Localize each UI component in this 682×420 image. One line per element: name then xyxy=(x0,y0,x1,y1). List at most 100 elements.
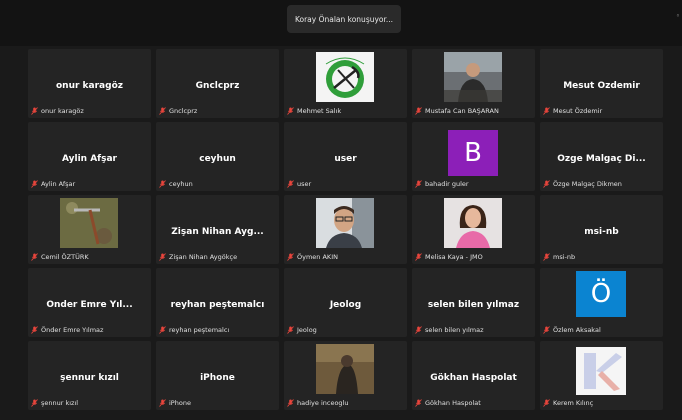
participant-tile[interactable]: iPhone iPhone xyxy=(156,341,279,410)
participant-tile[interactable]: B bahadir guler xyxy=(412,122,535,191)
muted-microphone-icon xyxy=(415,179,422,188)
participant-label-text: Melisa Kaya - JMO xyxy=(425,252,483,261)
muted-microphone-icon xyxy=(415,398,422,407)
participant-tile[interactable]: Gnclcprz Gnclcprz xyxy=(156,49,279,118)
meeting-top-bar: Koray Önalan konuşuyor... ◦ xyxy=(0,0,682,46)
participant-tile[interactable]: Ö Özlem Aksakal xyxy=(540,268,663,337)
participant-label-text: Mehmet Salık xyxy=(297,106,342,115)
muted-microphone-icon xyxy=(287,398,294,407)
muted-microphone-icon xyxy=(287,325,294,334)
participant-label: selen bilen yılmaz xyxy=(415,325,483,334)
participant-label: msi-nb xyxy=(543,252,575,261)
maden-muhendisligi-logo xyxy=(316,52,374,102)
participant-display-name: Jeolog xyxy=(329,300,362,310)
muted-microphone-icon xyxy=(159,398,166,407)
participant-tile[interactable]: Gökhan Haspolat Gökhan Haspolat xyxy=(412,341,535,410)
letter-avatar: Ö xyxy=(576,271,626,317)
participant-tile[interactable]: Öymen AKIN xyxy=(284,195,407,264)
participant-label: onur karagöz xyxy=(31,106,84,115)
participant-photo xyxy=(444,198,502,248)
participant-display-name: user xyxy=(334,154,357,164)
muted-microphone-icon xyxy=(287,179,294,188)
participant-label: hadiye inceoglu xyxy=(287,398,348,407)
participant-label: Gökhan Haspolat xyxy=(415,398,481,407)
participant-tile[interactable]: Cemil ÖZTÜRK xyxy=(28,195,151,264)
participant-display-name: reyhan peştemalcı xyxy=(170,300,265,310)
participant-tile[interactable]: reyhan peştemalcı reyhan peştemalcı xyxy=(156,268,279,337)
participant-label: Mehmet Salık xyxy=(287,106,341,115)
muted-microphone-icon xyxy=(159,179,166,188)
muted-microphone-icon xyxy=(159,106,166,115)
participant-display-name: Önder Emre Yıl... xyxy=(46,300,133,310)
participant-label: Mustafa Can BAŞARAN xyxy=(415,106,499,115)
participant-label-text: Gökhan Haspolat xyxy=(425,398,481,407)
participant-tile[interactable]: selen bilen yılmaz selen bilen yılmaz xyxy=(412,268,535,337)
participant-tile[interactable]: Mehmet Salık xyxy=(284,49,407,118)
participant-tile[interactable]: ceyhun ceyhun xyxy=(156,122,279,191)
muted-microphone-icon xyxy=(287,106,294,115)
participant-tile[interactable]: Mesut Özdemir Mesut Özdemir xyxy=(540,49,663,118)
participant-tile[interactable]: şennur kızıl şennur kızıl xyxy=(28,341,151,410)
participant-label-text: Özge Malgaç Dikmen xyxy=(553,179,622,188)
muted-microphone-icon xyxy=(415,325,422,334)
participant-tile[interactable]: Aylin Afşar Aylin Afşar xyxy=(28,122,151,191)
participant-label: bahadir guler xyxy=(415,179,469,188)
participant-label-text: bahadir guler xyxy=(425,179,469,188)
muted-microphone-icon xyxy=(415,106,422,115)
participant-label: Zişan Nihan Aygökçe xyxy=(159,252,237,261)
participant-tile[interactable]: Jeolog Jeolog xyxy=(284,268,407,337)
participant-tile[interactable]: Melisa Kaya - JMO xyxy=(412,195,535,264)
participant-label-text: Aylin Afşar xyxy=(41,179,76,188)
participant-tile[interactable]: Önder Emre Yıl... Önder Emre Yılmaz xyxy=(28,268,151,337)
muted-microphone-icon xyxy=(543,252,550,261)
participant-label-text: Mesut Özdemir xyxy=(553,106,603,115)
participant-label: Özlem Aksakal xyxy=(543,325,601,334)
participant-label: Mesut Özdemir xyxy=(543,106,602,115)
muted-microphone-icon xyxy=(543,325,550,334)
participant-label-text: Kerem Kılınç xyxy=(553,398,594,407)
participant-label: Jeolog xyxy=(287,325,317,334)
participant-tile[interactable]: Zişan Nihan Ayg... Zişan Nihan Aygökçe xyxy=(156,195,279,264)
participant-tile[interactable]: user user xyxy=(284,122,407,191)
participant-label-text: msi-nb xyxy=(553,252,576,261)
participant-tile[interactable]: onur karagöz onur karagöz xyxy=(28,49,151,118)
participant-label: reyhan peştemalcı xyxy=(159,325,229,334)
participant-label-text: Jeolog xyxy=(297,325,317,334)
participant-label: Kerem Kılınç xyxy=(543,398,593,407)
participant-label-text: ceyhun xyxy=(169,179,193,188)
participant-label: Aylin Afşar xyxy=(31,179,75,188)
participant-label-text: şennur kızıl xyxy=(41,398,79,407)
participant-label: Önder Emre Yılmaz xyxy=(31,325,103,334)
rock-hammer-photo xyxy=(60,198,118,248)
muted-microphone-icon xyxy=(31,179,38,188)
muted-microphone-icon xyxy=(31,252,38,261)
participant-display-name: şennur kızıl xyxy=(60,373,119,383)
participant-label: Melisa Kaya - JMO xyxy=(415,252,483,261)
participant-display-name: Aylin Afşar xyxy=(62,154,117,164)
muted-microphone-icon xyxy=(31,325,38,334)
participant-label-text: Önder Emre Yılmaz xyxy=(41,325,104,334)
participant-tile[interactable]: Mustafa Can BAŞARAN xyxy=(412,49,535,118)
participant-label-text: reyhan peştemalcı xyxy=(169,325,230,334)
muted-microphone-icon xyxy=(543,106,550,115)
participant-tile[interactable]: hadiye inceoglu xyxy=(284,341,407,410)
participant-label: Gnclcprz xyxy=(159,106,197,115)
participant-tile[interactable]: msi-nb msi-nb xyxy=(540,195,663,264)
participant-label-text: onur karagöz xyxy=(41,106,84,115)
participant-tile[interactable]: Kerem Kılınç xyxy=(540,341,663,410)
participant-tile[interactable]: Özge Malgaç Di... Özge Malgaç Dikmen xyxy=(540,122,663,191)
participant-display-name: Mesut Özdemir xyxy=(563,81,640,91)
participant-label-text: user xyxy=(297,179,312,188)
participant-label: Cemil ÖZTÜRK xyxy=(31,252,89,261)
window-edge-icon: ◦ xyxy=(675,12,680,20)
participant-label: Öymen AKIN xyxy=(287,252,338,261)
participant-label: user xyxy=(287,179,311,188)
participant-display-name: iPhone xyxy=(200,373,235,383)
participant-label-text: Zişan Nihan Aygökçe xyxy=(169,252,238,261)
muted-microphone-icon xyxy=(543,398,550,407)
participant-display-name: Gökhan Haspolat xyxy=(430,373,517,383)
participant-label: iPhone xyxy=(159,398,191,407)
muted-microphone-icon xyxy=(159,252,166,261)
muted-microphone-icon xyxy=(159,325,166,334)
participant-grid: onur karagöz onur karagöz Gnclcprz Gnclc… xyxy=(28,49,663,410)
